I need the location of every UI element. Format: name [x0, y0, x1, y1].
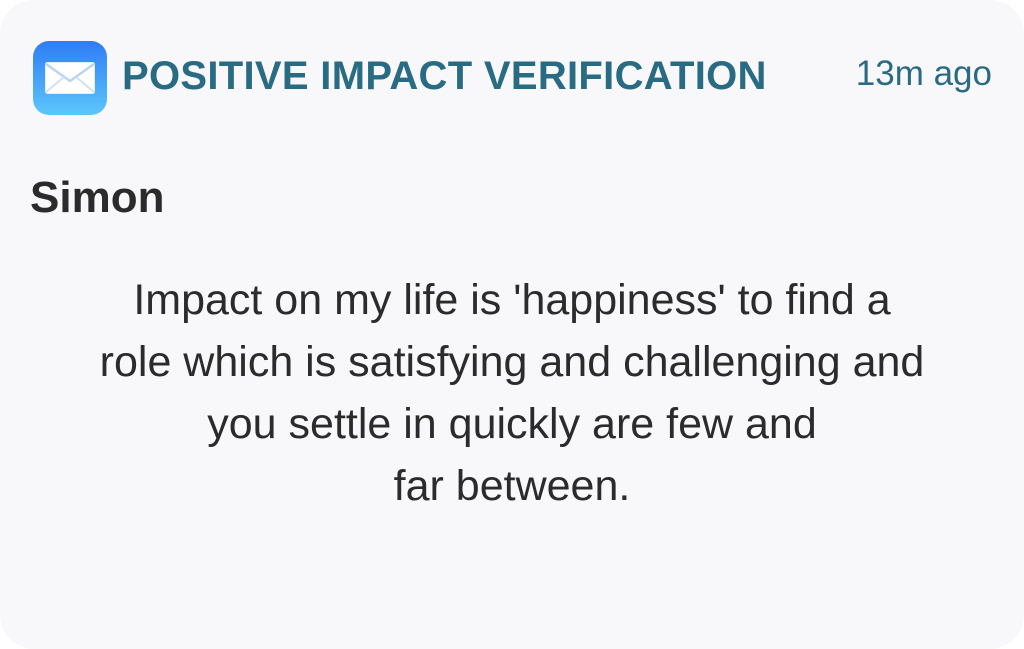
sender-name: Simon	[30, 173, 165, 222]
message-line: far between.	[393, 462, 631, 510]
app-name: POSITIVE IMPACT VERIFICATION	[122, 54, 767, 98]
notification-timestamp: 13m ago	[855, 54, 992, 93]
message-line: role which is satisfying and challenging…	[99, 338, 925, 386]
message-line: you settle in quickly are few and	[207, 400, 817, 448]
mail-envelope-icon	[33, 41, 107, 115]
message-body: Impact on my life is 'happiness' to find…	[20, 269, 1004, 517]
notification-card[interactable]: POSITIVE IMPACT VERIFICATION 13m ago Sim…	[0, 0, 1024, 649]
message-line: Impact on my life is 'happiness' to find…	[133, 276, 891, 324]
